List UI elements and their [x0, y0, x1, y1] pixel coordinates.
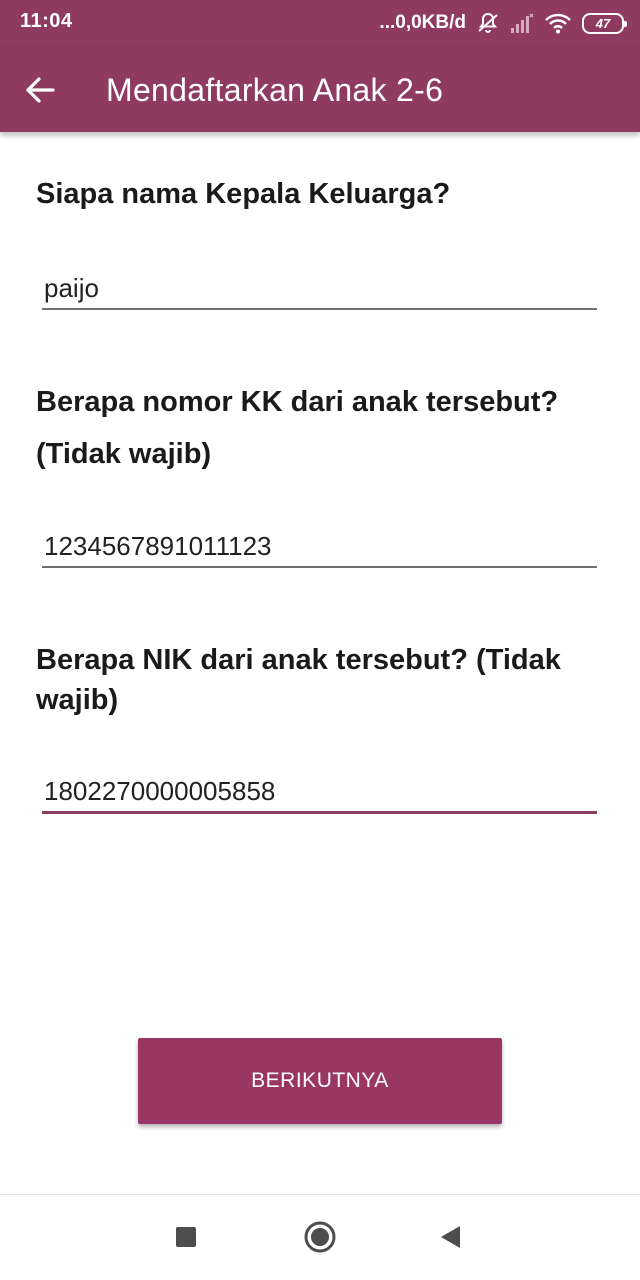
kk-number-field-container [42, 512, 597, 568]
battery-icon: 47 [582, 12, 627, 34]
nav-back-button[interactable] [426, 1213, 474, 1261]
nik-number-field-container [42, 758, 597, 814]
arrow-left-icon [26, 77, 55, 103]
signal-icon [510, 12, 534, 34]
battery-level: 47 [595, 15, 611, 31]
back-button[interactable] [16, 66, 64, 114]
notifications-off-icon [476, 11, 500, 35]
recent-apps-icon [176, 1227, 196, 1247]
question-nik-number: Berapa NIK dari anak tersebut? (Tidak wa… [36, 644, 561, 716]
home-button[interactable] [296, 1213, 344, 1261]
wifi-icon [544, 12, 572, 34]
head-of-family-field-container [42, 254, 597, 310]
head-of-family-input[interactable] [42, 273, 597, 304]
page-title: Mendaftarkan Anak 2-6 [106, 72, 444, 108]
question-kk-number: Berapa nomor KK dari anak tersebut? (Tid… [36, 386, 559, 470]
recent-apps-button[interactable] [162, 1213, 210, 1261]
network-speed: ...0,0KB/d [379, 12, 466, 33]
status-icons: ...0,0KB/d 47 [379, 8, 627, 38]
app-bar: Mendaftarkan Anak 2-6 [0, 48, 640, 132]
system-nav-bar [0, 1194, 640, 1280]
kk-number-input[interactable] [42, 531, 597, 562]
status-time: 11:04 [20, 10, 73, 32]
question-head-of-family: Siapa nama Kepala Keluarga? [36, 178, 451, 210]
next-button[interactable]: BERIKUTNYA [138, 1038, 502, 1124]
home-icon [304, 1221, 336, 1253]
nik-number-input[interactable] [42, 776, 597, 807]
back-triangle-icon [441, 1226, 460, 1248]
screen: 11:04 ...0,0KB/d 47 Mendaftarkan Anak 2-… [0, 0, 640, 1280]
status-bar: 11:04 ...0,0KB/d 47 [0, 0, 640, 48]
